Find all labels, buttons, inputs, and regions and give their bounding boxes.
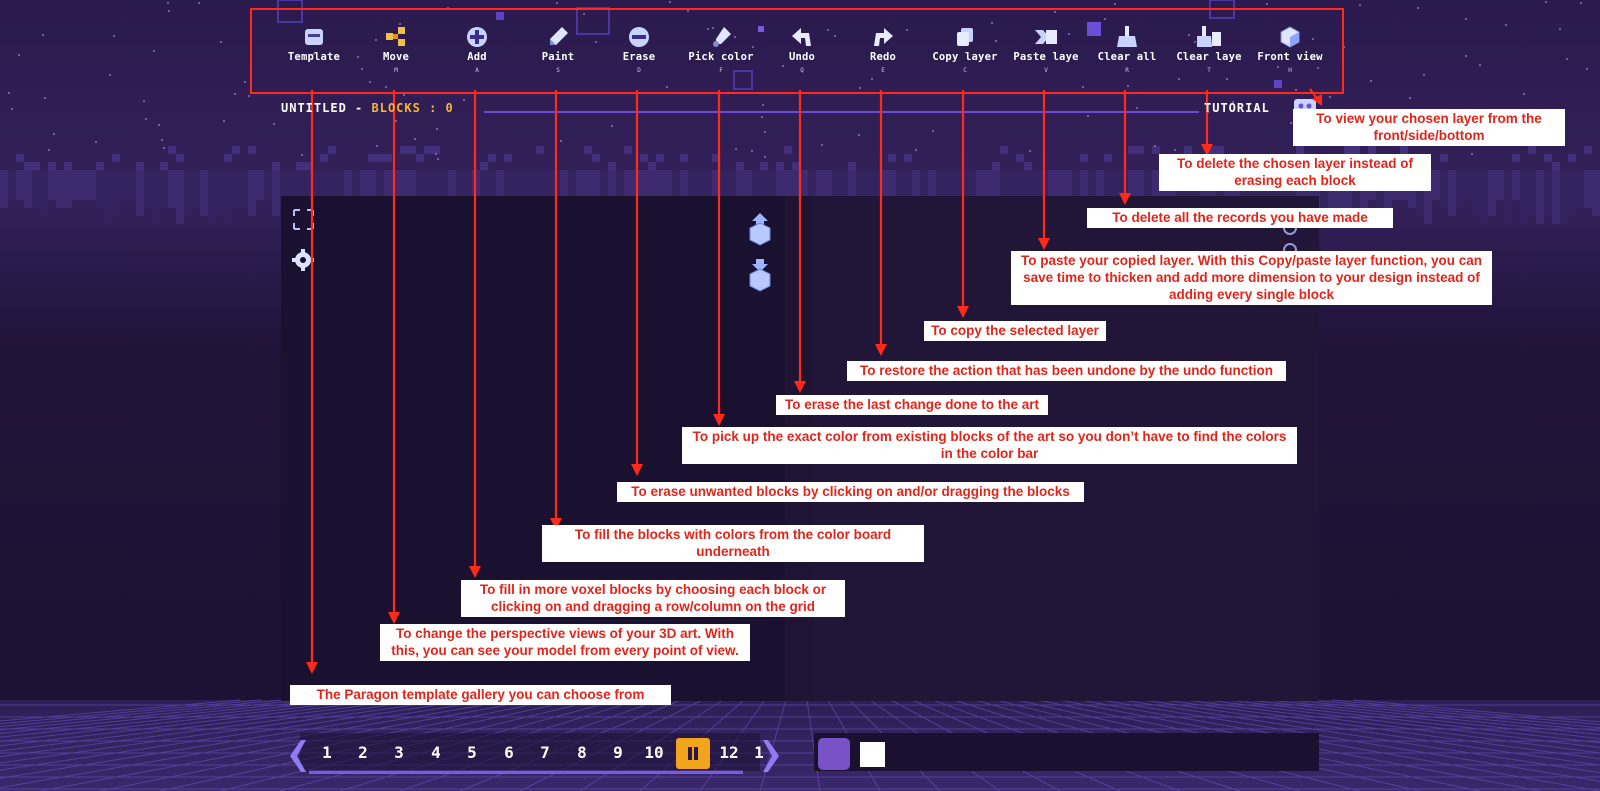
- tool-shortcut-key: S: [556, 67, 560, 74]
- tool-shortcut-key: C: [963, 67, 967, 74]
- pick-color-tool[interactable]: Pick color F: [676, 24, 766, 74]
- page-number-11[interactable]: 12: [713, 743, 745, 762]
- redo-icon: [874, 28, 893, 46]
- blocks-counter: BLOCKS : 0: [371, 101, 454, 115]
- tool-label: Pick color: [688, 51, 754, 63]
- copy-layer-tool[interactable]: Copy layer C: [920, 24, 1010, 74]
- callout-paint: To fill the blocks with colors from the …: [542, 525, 924, 562]
- add-tool[interactable]: Add A: [432, 24, 522, 74]
- page-number-8[interactable]: 8: [566, 743, 598, 762]
- title-bar: UNTITLED - BLOCKS : 0: [281, 101, 454, 117]
- tool-label: Add: [467, 51, 487, 63]
- page-number-2[interactable]: 2: [347, 743, 379, 762]
- erase-icon: [629, 27, 649, 47]
- page-number-5[interactable]: 5: [456, 743, 488, 762]
- callout-front-view: To view your chosen layer from the front…: [1293, 109, 1565, 146]
- callout-add: To fill in more voxel blocks by choosing…: [461, 580, 845, 617]
- page-number-6[interactable]: 6: [493, 743, 525, 762]
- tool-shortcut-key: F: [719, 67, 723, 74]
- paint-icon: [550, 27, 568, 45]
- selected-color-swatch[interactable]: [860, 742, 885, 767]
- callout-move: To change the perspective views of your …: [380, 624, 750, 661]
- tool-shortcut-key: M: [394, 67, 398, 74]
- page-number-9[interactable]: 9: [602, 743, 634, 762]
- tool-label: Copy layer: [932, 51, 998, 63]
- callout-copy-layer: To copy the selected layer: [924, 321, 1106, 341]
- page-number-12[interactable]: 1: [743, 743, 775, 762]
- callout-undo: To erase the last change done to the art: [776, 395, 1048, 415]
- tool-label: Move: [382, 51, 410, 63]
- callout-clear-all: To delete all the records you have made: [1087, 208, 1393, 228]
- tool-label: Clear laye: [1176, 51, 1242, 63]
- tool-label: Erase: [622, 51, 656, 63]
- undo-icon: [792, 28, 811, 46]
- tool-label: Redo: [869, 51, 897, 63]
- copy-layer-icon: [957, 28, 973, 46]
- template-icon: [305, 29, 323, 45]
- color-board-icon[interactable]: [818, 738, 850, 770]
- tool-shortcut-key: A: [475, 67, 479, 74]
- clear-all-tool[interactable]: Clear all R: [1082, 24, 1172, 74]
- pick-color-icon: [713, 27, 731, 47]
- page-number-1[interactable]: 1: [311, 743, 343, 762]
- tool-shortcut-key: V: [1044, 67, 1048, 74]
- page-number-3[interactable]: 3: [383, 743, 415, 762]
- move-tool[interactable]: Move M: [351, 24, 441, 74]
- move-icon: [386, 27, 405, 46]
- page-number-4[interactable]: 4: [420, 743, 452, 762]
- callout-clear-layer: To delete the chosen layer instead of er…: [1159, 154, 1431, 191]
- page-number-7[interactable]: 7: [529, 743, 561, 762]
- front-view-tool[interactable]: Front view H: [1245, 24, 1335, 74]
- callout-paste-layer: To paste your copied layer. With this Co…: [1011, 251, 1492, 305]
- clear-all-icon: [1117, 26, 1137, 47]
- template-tool[interactable]: Template: [269, 24, 359, 67]
- tool-shortcut-key: E: [881, 67, 885, 74]
- callout-template: The Paragon template gallery you can cho…: [290, 685, 671, 705]
- tool-label: Undo: [788, 51, 816, 63]
- current-page-button[interactable]: [676, 738, 710, 769]
- tool-shortcut-key: R: [1125, 67, 1129, 74]
- tutorial-button[interactable]: TUTORIAL: [1204, 101, 1270, 115]
- tool-label: Front view: [1257, 51, 1323, 63]
- tool-label: Clear all: [1097, 51, 1157, 63]
- paste-layer-icon: [1035, 30, 1057, 44]
- toolbar: Template Move M Add A Paint S Erase D Pick color F…: [250, 8, 1344, 94]
- add-icon: [467, 27, 487, 47]
- undo-tool[interactable]: Undo Q: [757, 24, 847, 74]
- erase-tool[interactable]: Erase D: [594, 24, 684, 74]
- front-view-icon: [1280, 26, 1300, 48]
- callout-redo: To restore the action that has been undo…: [847, 361, 1286, 381]
- tool-shortcut-key: T: [1207, 67, 1211, 74]
- pause-bar-left: [688, 747, 692, 760]
- callout-pick-color: To pick up the exact color from existing…: [682, 427, 1297, 464]
- tool-shortcut-key: D: [637, 67, 641, 74]
- page-number-10[interactable]: 10: [638, 743, 670, 762]
- paint-tool[interactable]: Paint S: [513, 24, 603, 74]
- tool-shortcut-key: Q: [800, 67, 804, 74]
- tool-shortcut-key: H: [1288, 67, 1292, 74]
- paste-layer-tool[interactable]: Paste laye V: [1001, 24, 1091, 74]
- redo-tool[interactable]: Redo E: [838, 24, 928, 74]
- tool-label: Paste laye: [1013, 51, 1079, 63]
- tool-label: Paint: [541, 51, 575, 63]
- clear-layer-tool[interactable]: Clear laye T: [1164, 24, 1254, 74]
- tool-label: Template: [287, 51, 341, 63]
- pause-bar-right: [694, 747, 698, 760]
- title-separator: -: [355, 101, 364, 115]
- clear-layer-icon: [1197, 26, 1221, 47]
- file-title[interactable]: UNTITLED: [281, 101, 347, 115]
- callout-erase: To erase unwanted blocks by clicking on …: [617, 482, 1084, 502]
- tutorial-screen: Template Move M Add A Paint S Erase D Pick color F…: [0, 0, 1600, 791]
